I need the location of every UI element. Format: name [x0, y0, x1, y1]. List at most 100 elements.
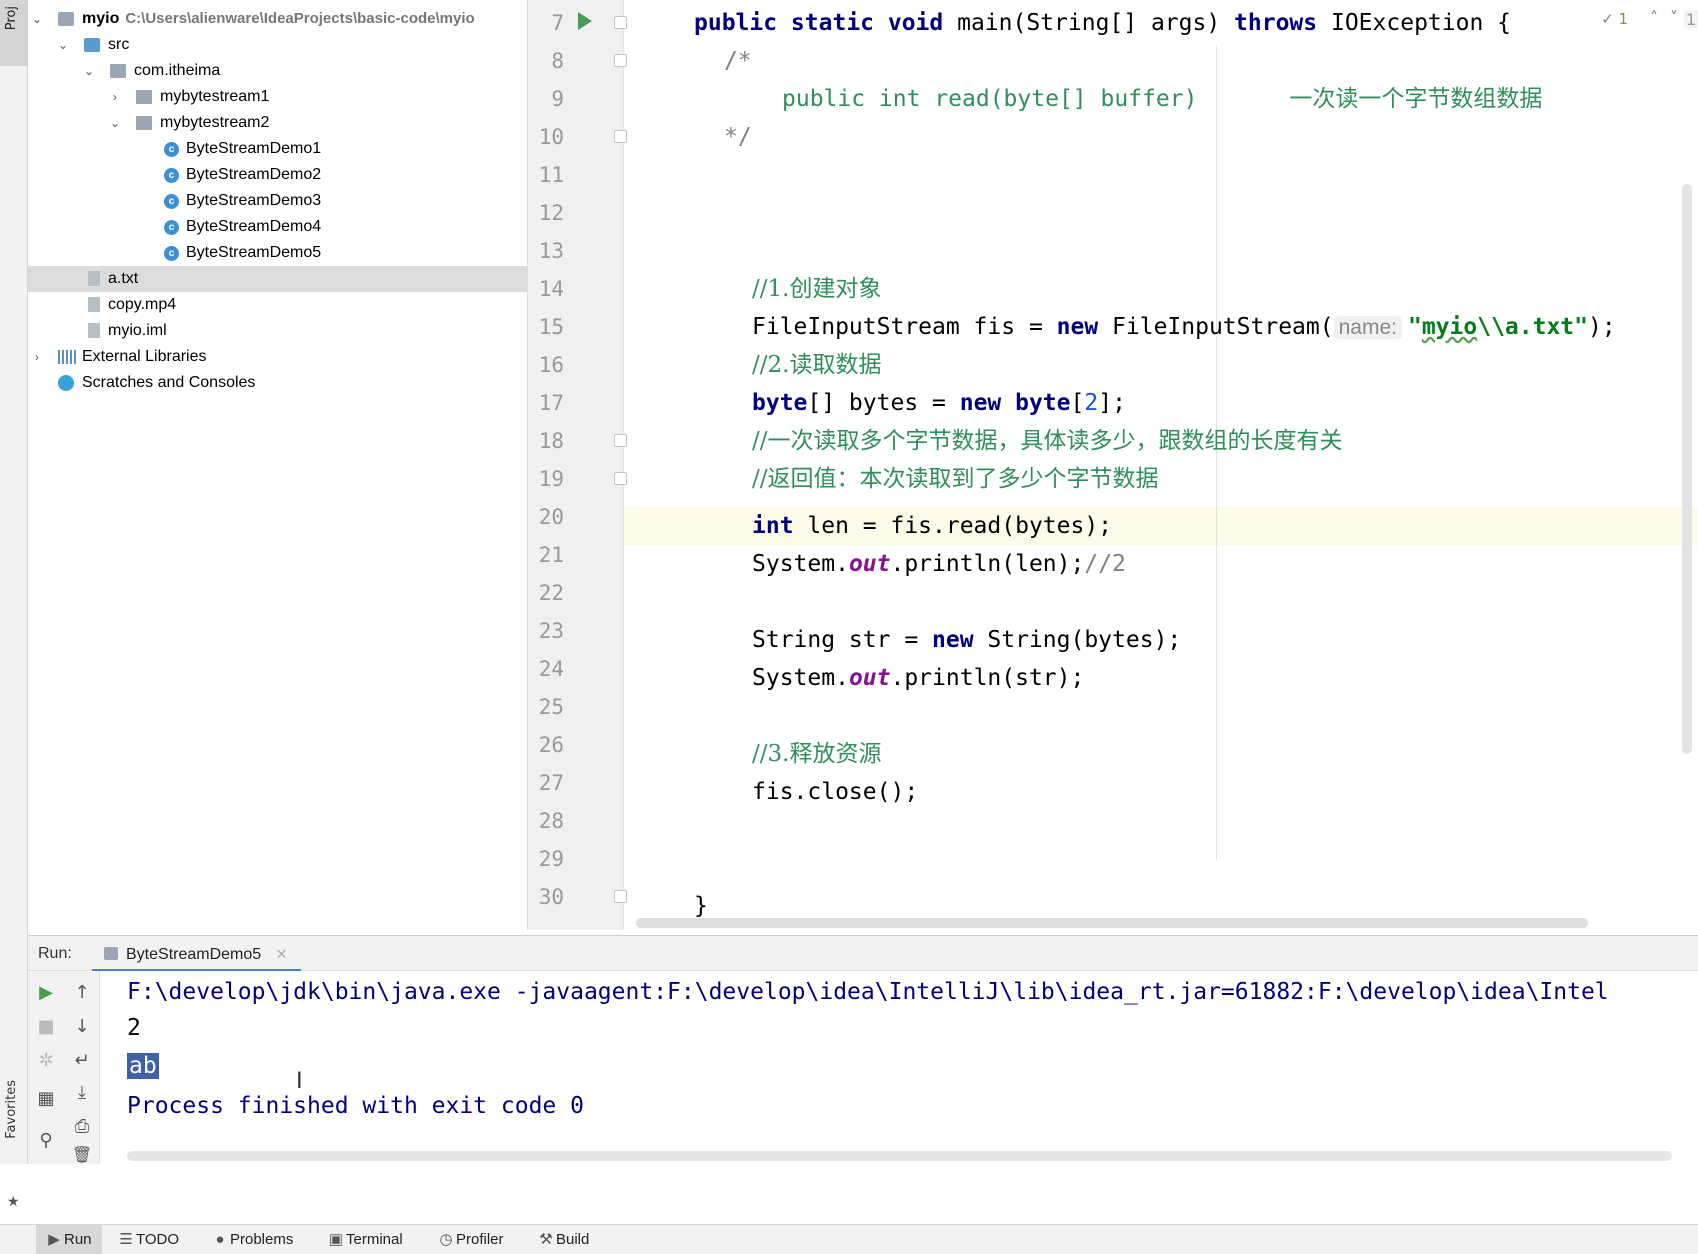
code-line-16[interactable]: //2.读取数据 [752, 346, 881, 384]
code-line-21[interactable]: System.out.println(len);//2 [752, 545, 1126, 583]
code-editor[interactable]: 7 8 9 10 11 12 13 14 15 16 17 18 19 20 2… [528, 0, 1698, 930]
fold-icon[interactable] [614, 890, 627, 903]
soft-wrap-icon[interactable]: ↵ [70, 1049, 94, 1073]
fold-icon[interactable] [614, 472, 627, 485]
tree-item-myio[interactable]: ⌄ myio C:\Users\alienware\IdeaProjects\ba… [28, 6, 528, 32]
tree-item-class[interactable]: c ByteStreamDemo3 [28, 188, 528, 214]
tool-tab-label: Profiler [456, 1231, 504, 1248]
libraries-icon [58, 350, 76, 364]
trash-icon[interactable]: 🗑 [70, 1143, 94, 1167]
project-tool-label: Proj [4, 6, 19, 31]
fold-icon[interactable] [614, 130, 627, 143]
favorites-tool-tab[interactable]: Favorites [4, 1080, 19, 1139]
stop-icon[interactable]: ■ [34, 1015, 58, 1039]
code-line-14[interactable]: //1.创建对象 [752, 270, 881, 308]
code-line-19[interactable]: //返回值：本次读取到了多少个字节数据 [752, 460, 1159, 498]
chevron-down-icon[interactable]: ⌄ [82, 58, 96, 84]
line-number: 12 [538, 201, 564, 225]
tree-item-file[interactable]: copy.mp4 [28, 292, 528, 318]
code-line-7[interactable]: public static void main(String[] args) t… [694, 4, 1511, 42]
chevron-down-icon[interactable]: ⌄ [108, 110, 122, 136]
code-line-17[interactable]: byte[] bytes = new byte[2]; [752, 384, 1126, 422]
project-tree: ⌄ myio C:\Users\alienware\IdeaProjects\ba… [28, 0, 528, 930]
code-line-9[interactable]: public int read(byte[] buffer) 一次读一个字节数组数… [782, 80, 1542, 118]
package-icon [136, 90, 152, 104]
tree-item-package[interactable]: › mybytestream1 [28, 84, 528, 110]
chevron-down-icon[interactable]: ⌄ [56, 32, 70, 58]
tool-tab-build[interactable]: ⚒ Build [532, 1225, 589, 1254]
tree-item-file[interactable]: myio.iml [28, 318, 528, 344]
tree-item-label: ByteStreamDemo3 [186, 192, 322, 209]
tool-tab-problems[interactable]: ● Problems [206, 1225, 293, 1254]
list-icon: ☰ [119, 1231, 133, 1248]
arrow-down-icon[interactable]: ↓ [70, 1015, 94, 1039]
chevron-down-icon[interactable]: ⌄ [30, 6, 44, 32]
line-number: 26 [538, 733, 564, 757]
tree-item-label: mybytestream2 [160, 114, 270, 131]
editor-gutter[interactable]: 7 8 9 10 11 12 13 14 15 16 17 18 19 20 2… [528, 0, 627, 930]
run-config-tab[interactable]: ByteStreamDemo5 ✕ [92, 936, 302, 972]
fold-icon[interactable] [614, 54, 627, 67]
tree-item-label: ByteStreamDemo4 [186, 218, 322, 235]
editor-vertical-scrollbar[interactable] [1682, 184, 1692, 754]
tree-item-package[interactable]: ⌄ com.itheima [28, 58, 528, 84]
tool-tab-profiler[interactable]: ◷ Profiler [432, 1225, 504, 1254]
code-line-15[interactable]: FileInputStream fis = new FileInputStrea… [752, 308, 1616, 346]
chevron-right-icon[interactable]: › [108, 84, 122, 110]
class-icon: c [164, 142, 179, 157]
code-line-27[interactable]: fis.close(); [752, 773, 918, 811]
tree-item-label: myio C:\Users\alienware\IdeaProjects\basi… [82, 10, 475, 27]
project-tool-tab[interactable]: Proj [0, 0, 28, 66]
print-icon[interactable]: ⎙ [70, 1115, 94, 1139]
tree-item-label: myio.iml [108, 322, 167, 339]
inspection-count: 1 [1618, 10, 1628, 28]
code-line-10[interactable]: */ [724, 118, 752, 156]
code-line-8[interactable]: /* [724, 42, 752, 80]
tool-tab-run[interactable]: ▶ Run [36, 1225, 102, 1254]
package-icon [110, 64, 126, 78]
tree-item-label: com.itheima [134, 62, 221, 79]
scratches-icon [58, 375, 74, 391]
code-line-20[interactable]: int len = fis.read(bytes); [752, 507, 1112, 545]
line-number: 11 [538, 163, 564, 187]
code-line-18[interactable]: //一次读取多个字节数据，具体读多少，跟数组的长度有关 [752, 422, 1343, 460]
tree-item-scratches[interactable]: Scratches and Consoles [28, 370, 528, 396]
tree-item-external-libraries[interactable]: › External Libraries [28, 344, 528, 370]
tree-item-src[interactable]: ⌄ src [28, 32, 528, 58]
close-icon[interactable]: ✕ [276, 946, 288, 962]
console-horizontal-scrollbar[interactable] [127, 1151, 1672, 1161]
arrow-up-icon[interactable]: ↑ [70, 981, 94, 1005]
class-icon: c [164, 168, 179, 183]
tool-tab-todo[interactable]: ☰ TODO [112, 1225, 179, 1254]
code-line-23[interactable]: String str = new String(bytes); [752, 621, 1181, 659]
console-selected-text: ab [127, 1053, 159, 1079]
pin-icon[interactable]: ⚲ [34, 1129, 58, 1153]
console-command-line: F:\develop\jdk\bin\java.exe -javaagent:F… [127, 979, 1609, 1005]
debug-icon[interactable]: ✲ [34, 1049, 58, 1073]
code-line-26[interactable]: //3.释放资源 [752, 735, 881, 773]
scroll-to-end-icon[interactable]: ⤓ [70, 1081, 94, 1105]
class-icon: c [164, 194, 179, 209]
tool-tab-terminal[interactable]: ▣ Terminal [322, 1225, 403, 1254]
chevron-right-icon[interactable]: › [30, 344, 44, 370]
editor-horizontal-scrollbar[interactable] [636, 918, 1588, 928]
console-output[interactable]: F:\develop\jdk\bin\java.exe -javaagent:F… [100, 971, 1698, 1164]
tree-item-package[interactable]: ⌄ mybytestream2 [28, 110, 528, 136]
inspection-widget[interactable]: ✓ 1 [1601, 10, 1628, 28]
rerun-icon[interactable]: ▶ [34, 981, 58, 1005]
line-number: 18 [538, 429, 564, 453]
tree-item-class[interactable]: c ByteStreamDemo1 [28, 136, 528, 162]
run-main-icon[interactable] [578, 12, 592, 30]
tree-item-class[interactable]: c ByteStreamDemo5 [28, 240, 528, 266]
tool-tab-label: Build [556, 1231, 590, 1248]
layout-icon[interactable]: ▦ [34, 1087, 58, 1111]
fold-icon[interactable] [614, 16, 627, 29]
tree-item-class[interactable]: c ByteStreamDemo4 [28, 214, 528, 240]
fold-icon[interactable] [614, 434, 627, 447]
tree-item-file-selected[interactable]: a.txt [28, 266, 528, 292]
text-file-icon [88, 271, 100, 286]
tree-item-class[interactable]: c ByteStreamDemo2 [28, 162, 528, 188]
code-line-24[interactable]: System.out.println(str); [752, 659, 1084, 697]
left-tool-strip: Proj Favorites ★ [0, 0, 28, 1210]
line-number: 23 [538, 619, 564, 643]
